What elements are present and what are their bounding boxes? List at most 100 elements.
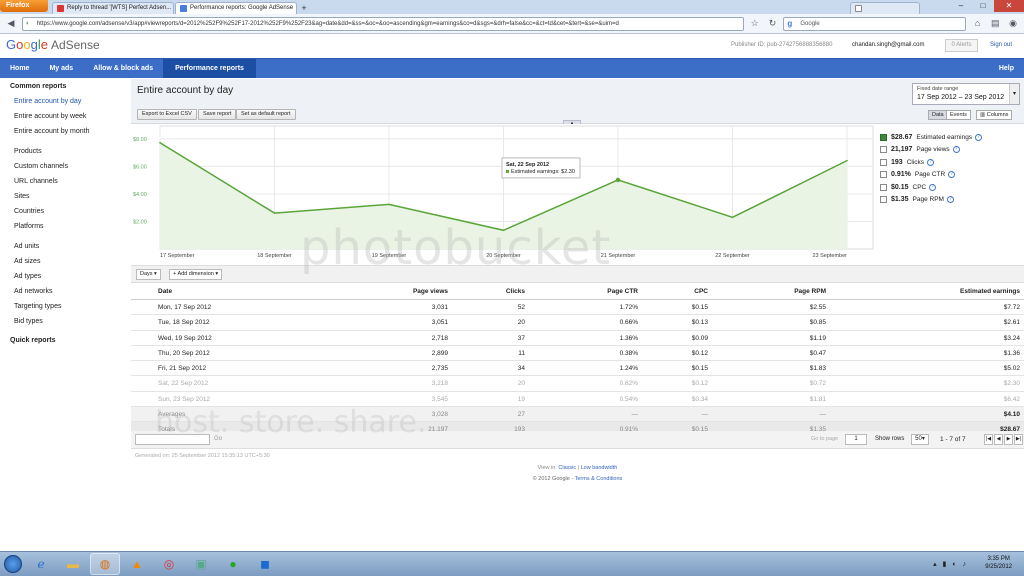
export-csv-button[interactable]: Export to Excel CSV [137, 109, 197, 120]
set-default-report-button[interactable]: Set as default report [236, 109, 296, 120]
help-icon[interactable]: ? [952, 146, 960, 153]
column-header[interactable]: Estimated earnings [858, 284, 1020, 299]
data-toggle[interactable]: Data [928, 110, 948, 120]
page-title: Entire account by day [137, 85, 234, 96]
alerts-button[interactable]: 0 Alerts [945, 39, 978, 52]
sidebar-item-sites[interactable]: Sites [0, 189, 130, 204]
taskbar-clock[interactable]: 3:35 PM 9/25/2012 [985, 555, 1012, 571]
column-header[interactable]: Date [158, 284, 328, 299]
add-dimension-button[interactable]: + Add dimension ▾ [169, 269, 223, 280]
help-icon[interactable]: ? [948, 171, 956, 178]
browser-tab[interactable]: Reply to thread '[WTS] Perfect Adsen... [52, 2, 174, 14]
legend-metric[interactable]: 0.91% Page CTR? [880, 169, 1020, 181]
chevron-down-icon[interactable]: ▾ [1009, 84, 1019, 104]
date-range-selector[interactable]: Fixed date range 17 Sep 2012 – 23 Sep 20… [912, 83, 1020, 105]
firefox-taskbar-icon[interactable]: ◍ [90, 553, 120, 575]
addon-icon[interactable]: ◉ [1006, 17, 1020, 31]
sidebar-item-platforms[interactable]: Platforms [0, 219, 130, 234]
app-window-icon[interactable]: ▣ [186, 553, 216, 575]
legend-metric[interactable]: $0.15 CPC? [880, 181, 1020, 193]
column-header[interactable]: Page RPM [758, 284, 826, 299]
address-bar[interactable]: https://www.google.com/adsense/v3/app#vi… [21, 16, 744, 31]
back-icon[interactable]: ◀ [4, 17, 18, 31]
table-cell: $7.72 [1003, 304, 1020, 311]
ie-icon[interactable]: ℯ [26, 553, 56, 575]
sidebar-item-ad-sizes[interactable]: Ad sizes [0, 254, 130, 269]
sidebar-item-url-channels[interactable]: URL channels [0, 174, 130, 189]
go-button[interactable]: Go [214, 436, 222, 442]
reload-icon[interactable]: ↻ [766, 17, 780, 31]
legend-metric[interactable]: 21,197 Page views? [880, 144, 1020, 156]
close-icon[interactable]: ✕ [994, 0, 1024, 12]
legend-metric[interactable]: $28.67 Estimated earnings? [880, 131, 1020, 143]
minimize-icon[interactable]: – [950, 0, 972, 12]
maximize-icon[interactable]: □ [972, 0, 994, 12]
page-number-input[interactable]: 1 [845, 434, 867, 445]
help-icon[interactable]: ? [929, 183, 937, 191]
sidebar-item-account-by-day[interactable]: Entire account by day [0, 94, 130, 109]
column-header[interactable]: Page views [368, 284, 448, 299]
next-page-icon[interactable]: ▶ [1004, 434, 1013, 445]
bookmarks-icon[interactable]: ▤ [988, 17, 1002, 31]
save-report-button[interactable]: Save report [198, 109, 237, 120]
legend-metric[interactable]: 193 Clicks? [880, 156, 1020, 168]
nav-my-ads[interactable]: My ads [39, 59, 83, 78]
rows-per-page-select[interactable]: 50▾ [911, 434, 929, 445]
metric-checkbox[interactable] [880, 158, 887, 166]
google-adsense-logo[interactable]: Google AdSense [6, 37, 100, 52]
table-cell: Tue, 18 Sep 2012 [158, 319, 210, 327]
browser-tab-active[interactable]: Performance reports: Google AdSense [175, 2, 297, 14]
sidebar-item-custom-channels[interactable]: Custom channels [0, 159, 130, 174]
browser-tab[interactable] [850, 2, 920, 14]
legend-metric[interactable]: $1.35 Page RPM? [880, 194, 1020, 206]
sidebar-item-ad-types[interactable]: Ad types [0, 269, 130, 284]
explorer-folder-icon[interactable]: ▬ [58, 553, 88, 575]
new-tab-button[interactable]: + [298, 3, 310, 14]
sidebar-item-targeting-types[interactable]: Targeting types [0, 299, 130, 314]
columns-button[interactable]: ▥ Columns [976, 110, 1013, 120]
metric-checkbox[interactable] [880, 171, 887, 178]
metric-checkbox[interactable] [880, 146, 887, 153]
help-icon[interactable]: ? [946, 196, 954, 203]
green-app-icon[interactable]: ● [218, 553, 248, 575]
sidebar-item-ad-units[interactable]: Ad units [0, 239, 130, 254]
search-input[interactable]: Google [783, 16, 967, 31]
sidebar-item-ad-networks[interactable]: Ad networks [0, 284, 130, 299]
classic-link[interactable]: Classic [558, 465, 576, 471]
terms-link[interactable]: Terms & Conditions [575, 476, 623, 482]
help-icon[interactable]: ? [927, 158, 935, 166]
home-icon[interactable]: ⌂ [970, 17, 984, 31]
metric-checkbox[interactable] [880, 183, 887, 191]
sidebar-item-account-by-month[interactable]: Entire account by month [0, 124, 130, 139]
help-icon[interactable]: ? [975, 133, 983, 141]
low-bandwidth-link[interactable]: Low bandwidth [581, 465, 618, 471]
nav-performance-reports[interactable]: Performance reports [163, 59, 256, 78]
help-link[interactable]: Help [999, 59, 1014, 79]
nav-allow-block-ads[interactable]: Allow & block ads [83, 59, 163, 78]
system-tray-icons[interactable]: ▴ ▮ ◐ ♪ [933, 560, 968, 568]
sidebar-heading-quick[interactable]: Quick reports [0, 334, 130, 348]
filter-input[interactable] [135, 434, 210, 445]
sidebar-item-countries[interactable]: Countries [0, 204, 130, 219]
vlc-icon[interactable]: ▲ [122, 553, 152, 575]
sidebar-item-account-by-week[interactable]: Entire account by week [0, 109, 130, 124]
sign-out-link[interactable]: Sign out [990, 42, 1012, 48]
bookmark-star-icon[interactable]: ☆ [748, 17, 762, 31]
column-header[interactable]: CPC [658, 284, 708, 299]
sidebar-item-products[interactable]: Products [0, 144, 130, 159]
metric-checkbox[interactable] [880, 133, 887, 141]
start-button[interactable] [0, 552, 26, 576]
column-header[interactable]: Clicks [468, 284, 525, 299]
days-dropdown[interactable]: Days ▾ [136, 269, 161, 280]
first-page-icon[interactable]: |◀ [984, 434, 993, 445]
nav-home[interactable]: Home [0, 59, 39, 78]
column-header[interactable]: Page CTR [558, 284, 638, 299]
blue-app-icon[interactable]: ◼ [250, 553, 280, 575]
chrome-icon[interactable]: ◎ [154, 553, 184, 575]
metric-checkbox[interactable] [880, 196, 887, 203]
events-toggle[interactable]: Events [946, 110, 971, 120]
sidebar-item-bid-types[interactable]: Bid types [0, 314, 130, 329]
prev-page-icon[interactable]: ◀ [994, 434, 1003, 445]
last-page-icon[interactable]: ▶| [1014, 434, 1023, 445]
firefox-menu-button[interactable]: Firefox [0, 0, 48, 12]
